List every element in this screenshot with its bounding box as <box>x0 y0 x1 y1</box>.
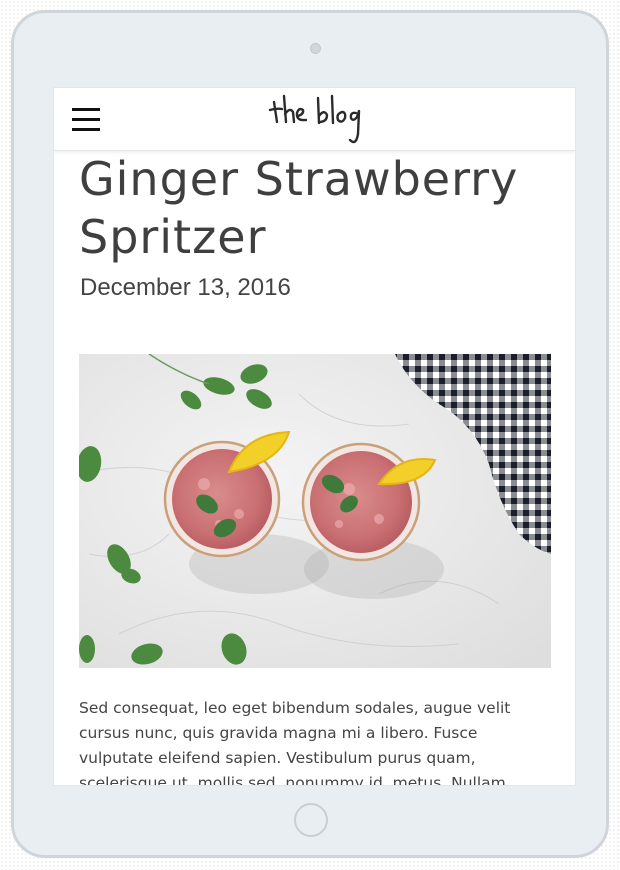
post-title: Ginger Strawberry Spritzer <box>79 152 519 264</box>
post-date: December 13, 2016 <box>80 274 291 301</box>
tablet-frame: Ginger Strawberry Spritzer December 13, … <box>11 10 609 858</box>
tablet-screen: Ginger Strawberry Spritzer December 13, … <box>53 87 576 786</box>
tablet-home-button[interactable] <box>294 803 328 837</box>
blog-logo[interactable] <box>264 90 374 150</box>
post-hero-image[interactable] <box>79 354 551 668</box>
hamburger-menu-icon[interactable] <box>72 108 100 132</box>
post-body-text: Sed consequat, leo eget bibendum sodales… <box>79 699 511 786</box>
top-navbar <box>54 88 575 151</box>
tablet-camera <box>310 43 321 54</box>
